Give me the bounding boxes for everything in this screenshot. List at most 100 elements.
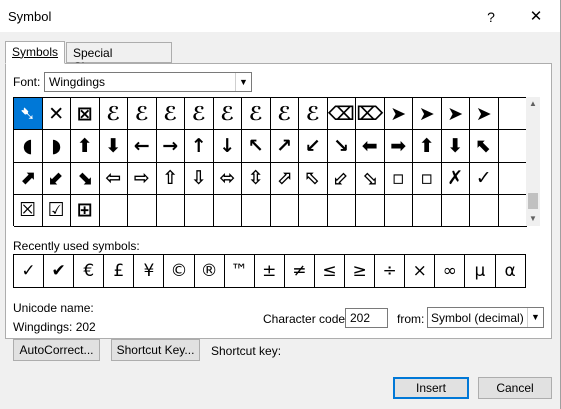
symbol-cell[interactable]: ☒: [14, 194, 43, 227]
symbol-cell[interactable]: ➡: [384, 130, 413, 163]
recent-symbol-cell[interactable]: α: [495, 255, 526, 288]
symbol-cell[interactable]: ⬁: [299, 162, 328, 195]
symbol-cell[interactable]: [99, 194, 128, 227]
symbol-cell[interactable]: ✕: [42, 98, 71, 131]
symbol-cell[interactable]: ⇨: [128, 162, 157, 195]
symbol-cell[interactable]: ⬆: [71, 130, 100, 163]
recent-symbol-cell[interactable]: £: [104, 255, 135, 288]
recent-symbol-cell[interactable]: ±: [254, 255, 285, 288]
symbol-cell[interactable]: ⇧: [156, 162, 185, 195]
recent-symbol-cell[interactable]: ™: [224, 255, 255, 288]
scroll-down-icon[interactable]: ▼: [526, 212, 540, 226]
recent-symbol-cell[interactable]: ®: [194, 255, 225, 288]
symbol-cell[interactable]: ⬈: [14, 162, 43, 195]
symbol-cell[interactable]: [413, 194, 442, 227]
symbol-cell[interactable]: ↓: [213, 130, 242, 163]
tab-special-characters[interactable]: Special Characters: [66, 42, 172, 74]
symbol-cell[interactable]: ℰ: [299, 98, 328, 131]
symbol-cell[interactable]: ⌫: [327, 98, 356, 131]
symbol-cell[interactable]: ℰ: [242, 98, 271, 131]
symbol-cell[interactable]: [356, 194, 385, 227]
symbol-cell[interactable]: ⬋: [42, 162, 71, 195]
recent-symbol-cell[interactable]: µ: [465, 255, 496, 288]
recent-symbol-cell[interactable]: ✓: [14, 255, 45, 288]
symbol-cell[interactable]: [156, 194, 185, 227]
symbol-cell[interactable]: [498, 98, 527, 131]
recent-symbol-cell[interactable]: €: [74, 255, 105, 288]
symbol-cell[interactable]: ⬉: [470, 130, 499, 163]
symbol-cell[interactable]: [242, 194, 271, 227]
symbol-cell[interactable]: [498, 130, 527, 163]
recent-symbol-cell[interactable]: ≥: [345, 255, 376, 288]
scroll-thumb[interactable]: [528, 193, 538, 209]
symbol-cell[interactable]: ✓: [470, 162, 499, 195]
symbol-cell[interactable]: ⬊: [71, 162, 100, 195]
recent-symbol-cell[interactable]: ×: [405, 255, 436, 288]
symbol-cell[interactable]: ➤: [384, 98, 413, 131]
recent-symbol-cell[interactable]: ≤: [314, 255, 346, 288]
symbol-cell[interactable]: ⊠: [71, 98, 100, 131]
help-button[interactable]: ?: [481, 7, 501, 27]
symbol-cell[interactable]: ⬃: [327, 162, 356, 195]
symbol-cell[interactable]: ⇳: [242, 162, 271, 195]
symbol-cell[interactable]: ➤: [470, 98, 499, 131]
symbol-cell[interactable]: ◖: [14, 130, 43, 163]
symbol-cell[interactable]: ➷: [14, 98, 43, 131]
recent-symbol-cell[interactable]: ©: [164, 255, 195, 288]
font-dropdown[interactable]: Wingdings ▼: [44, 72, 252, 92]
recent-symbol-cell[interactable]: ≠: [284, 255, 315, 288]
symbol-cell[interactable]: [498, 194, 527, 227]
symbol-cell[interactable]: ➤: [413, 98, 442, 131]
symbol-cell[interactable]: ↗: [270, 130, 299, 163]
symbol-cell[interactable]: ▫: [384, 162, 413, 195]
symbol-cell[interactable]: ☑: [42, 194, 71, 227]
recent-symbol-cell[interactable]: ÷: [375, 255, 406, 288]
symbol-cell[interactable]: ⬅: [356, 130, 385, 163]
symbol-cell[interactable]: ←: [128, 130, 157, 163]
recent-symbol-cell[interactable]: ¥: [134, 255, 165, 288]
symbol-cell[interactable]: [213, 194, 242, 227]
symbol-cell[interactable]: ◗: [42, 130, 71, 163]
symbol-cell[interactable]: ℰ: [185, 98, 214, 131]
symbol-cell[interactable]: →: [156, 130, 185, 163]
symbol-cell[interactable]: [327, 194, 356, 227]
symbol-cell[interactable]: ℰ: [270, 98, 299, 131]
symbol-cell[interactable]: [441, 194, 470, 227]
symbol-cell[interactable]: ↖: [242, 130, 271, 163]
symbol-cell[interactable]: [270, 194, 299, 227]
symbol-cell[interactable]: ↘: [327, 130, 356, 163]
symbol-cell[interactable]: ▫: [413, 162, 442, 195]
recent-symbol-cell[interactable]: ∞: [435, 255, 466, 288]
symbol-cell[interactable]: ↙: [299, 130, 328, 163]
symbol-cell[interactable]: ⬆: [413, 130, 442, 163]
shortcut-key-button[interactable]: Shortcut Key...: [111, 339, 200, 361]
symbol-cell[interactable]: ℰ: [213, 98, 242, 131]
insert-button[interactable]: Insert: [393, 377, 469, 399]
autocorrect-button[interactable]: AutoCorrect...: [13, 339, 100, 361]
scroll-up-icon[interactable]: ▲: [526, 97, 540, 111]
symbol-cell[interactable]: [498, 162, 527, 195]
cancel-button[interactable]: Cancel: [478, 377, 552, 399]
symbol-cell[interactable]: ➤: [441, 98, 470, 131]
recent-symbol-cell[interactable]: ✔: [44, 255, 75, 288]
symbol-cell[interactable]: [470, 194, 499, 227]
tab-symbols[interactable]: Symbols: [5, 41, 65, 64]
symbol-cell[interactable]: ✗: [441, 162, 470, 195]
from-dropdown[interactable]: Symbol (decimal) ▼: [427, 307, 544, 328]
symbol-cell[interactable]: ⇩: [185, 162, 214, 195]
symbol-cell[interactable]: ⬇: [99, 130, 128, 163]
symbol-cell[interactable]: [128, 194, 157, 227]
symbol-cell[interactable]: ℰ: [99, 98, 128, 131]
symbol-cell[interactable]: ⬇: [441, 130, 470, 163]
symbol-cell[interactable]: ⬀: [270, 162, 299, 195]
symbol-cell[interactable]: [185, 194, 214, 227]
symbol-cell[interactable]: ↑: [185, 130, 214, 163]
symbol-cell[interactable]: ⌦: [356, 98, 385, 131]
symbol-cell[interactable]: ℰ: [128, 98, 157, 131]
symbol-cell[interactable]: ⊞: [71, 194, 100, 227]
symbol-grid-scrollbar[interactable]: ▲ ▼: [526, 97, 540, 226]
close-button[interactable]: ✕: [526, 7, 546, 27]
symbol-cell[interactable]: ℰ: [156, 98, 185, 131]
symbol-cell[interactable]: [299, 194, 328, 227]
symbol-cell[interactable]: ⇦: [99, 162, 128, 195]
